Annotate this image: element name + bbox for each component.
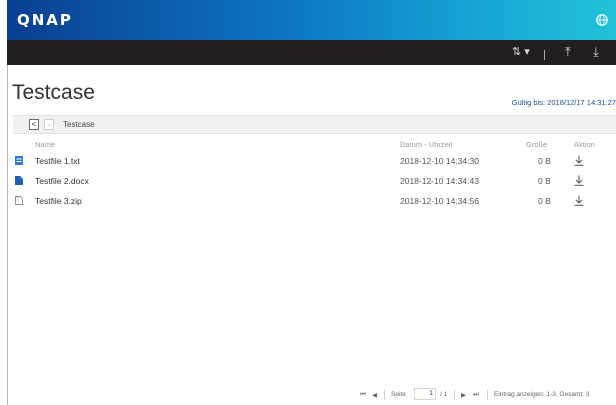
back-button[interactable]: <: [29, 119, 39, 130]
download-icon[interactable]: ⤓: [593, 45, 599, 59]
column-header-date[interactable]: Datum - Uhrzeit: [400, 140, 453, 149]
content-border: [7, 65, 8, 405]
column-header-size[interactable]: Größe: [526, 140, 547, 149]
table-row[interactable]: Testfile 1.txt 2018-12-10 14:34:30 0 B: [13, 151, 616, 171]
upload-icon[interactable]: ⤒: [565, 45, 571, 59]
pager-divider: [454, 390, 455, 400]
table-row[interactable]: Testfile 3.zip 2018-12-10 14:34:56 0 B: [13, 191, 616, 211]
file-date: 2018-12-10 14:34:30: [400, 156, 479, 166]
file-name[interactable]: Testfile 1.txt: [35, 156, 80, 166]
file-size: 0 B: [538, 176, 551, 186]
file-name[interactable]: Testfile 2.docx: [35, 176, 89, 186]
zip-file-icon: [15, 196, 23, 205]
app-header: QNAP: [7, 0, 616, 40]
download-icon[interactable]: [574, 175, 584, 186]
qnap-logo: QNAP: [17, 11, 73, 29]
pager-divider: [384, 390, 385, 400]
sort-button[interactable]: ⇅ ▾: [512, 45, 530, 59]
download-icon[interactable]: [574, 155, 584, 166]
breadcrumb: < › Testcase: [13, 115, 616, 134]
first-page-icon[interactable]: ⏮: [360, 391, 366, 399]
breadcrumb-item[interactable]: Testcase: [63, 120, 95, 129]
page-number-input[interactable]: 1: [414, 388, 436, 400]
next-page-icon[interactable]: ▶: [461, 391, 466, 399]
docx-file-icon: [15, 176, 23, 185]
forward-button[interactable]: ›: [44, 119, 54, 130]
file-size: 0 B: [538, 196, 551, 206]
table-row[interactable]: Testfile 2.docx 2018-12-10 14:34:43 0 B: [13, 171, 616, 191]
prev-page-icon[interactable]: ◀: [372, 391, 377, 399]
file-date: 2018-12-10 14:34:43: [400, 176, 479, 186]
globe-icon[interactable]: [596, 14, 608, 26]
column-header-action: Aktion: [574, 140, 595, 149]
page-title: Testcase: [12, 81, 95, 104]
download-icon[interactable]: [574, 195, 584, 206]
pager-divider: [487, 390, 488, 400]
toolbar-divider: [544, 50, 545, 60]
page-label: Seite: [391, 391, 406, 398]
file-date: 2018-12-10 14:34:56: [400, 196, 479, 206]
file-size: 0 B: [538, 156, 551, 166]
txt-file-icon: [15, 156, 23, 165]
file-name[interactable]: Testfile 3.zip: [35, 196, 82, 206]
action-toolbar: ⇅ ▾ ⤒ ⤓: [7, 40, 616, 65]
entries-summary: Eintrag anzeigen: 1-3, Gesamt: 3: [494, 391, 590, 398]
total-pages: / 1: [440, 391, 448, 398]
last-page-icon[interactable]: ⏭: [473, 391, 479, 399]
column-header-name[interactable]: Name: [35, 140, 55, 149]
validity-date: Gültig bis: 2018/12/17 14:31:27: [511, 98, 616, 107]
